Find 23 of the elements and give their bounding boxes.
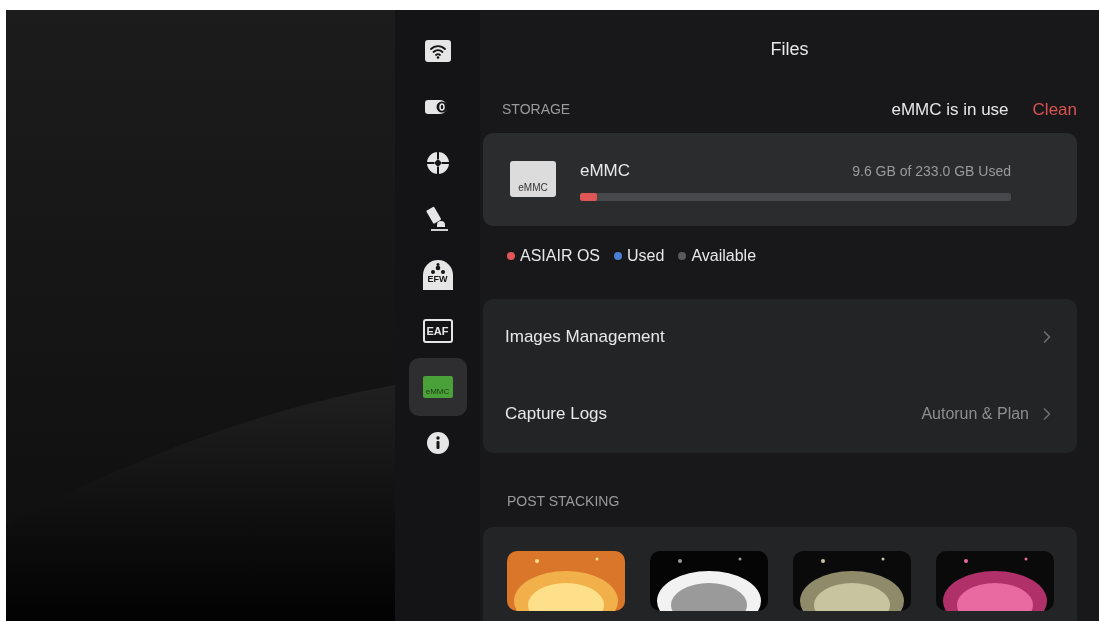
wifi-icon (424, 40, 451, 62)
section-heading: POST STACKING (506, 491, 621, 511)
sidebar-item[interactable]: EFW (408, 246, 467, 304)
telescope-icon (425, 205, 450, 233)
section-heading: STORAGE (502, 99, 571, 119)
sidebar-item[interactable]: eMMC (408, 358, 467, 416)
legend-label: Available (691, 246, 757, 267)
focuser-icon: EAF (422, 319, 453, 343)
menu-value: Autorun & Plan (921, 404, 1029, 425)
crosshair-icon (425, 151, 450, 175)
device-name: eMMC (580, 159, 631, 182)
clean-link[interactable]: Clean (1032, 96, 1077, 123)
info-icon (425, 431, 450, 455)
status-text: eMMC is in use (891, 98, 1009, 121)
menu-row[interactable]: Images Management (483, 298, 1077, 376)
page-title: Files (769, 38, 810, 61)
usage-text: 9.6 GB of 233.0 GB Used (852, 161, 1011, 181)
legend-label: ASIAIR OS (520, 246, 601, 267)
legend-label: Used (627, 246, 665, 267)
menu-row[interactable]: Capture Logs Autorun & Plan (483, 375, 1077, 453)
memory-chip-icon: eMMC (510, 161, 556, 198)
filter-wheel-icon: EFW (422, 260, 453, 290)
memory-chip-icon: eMMC (422, 376, 453, 398)
